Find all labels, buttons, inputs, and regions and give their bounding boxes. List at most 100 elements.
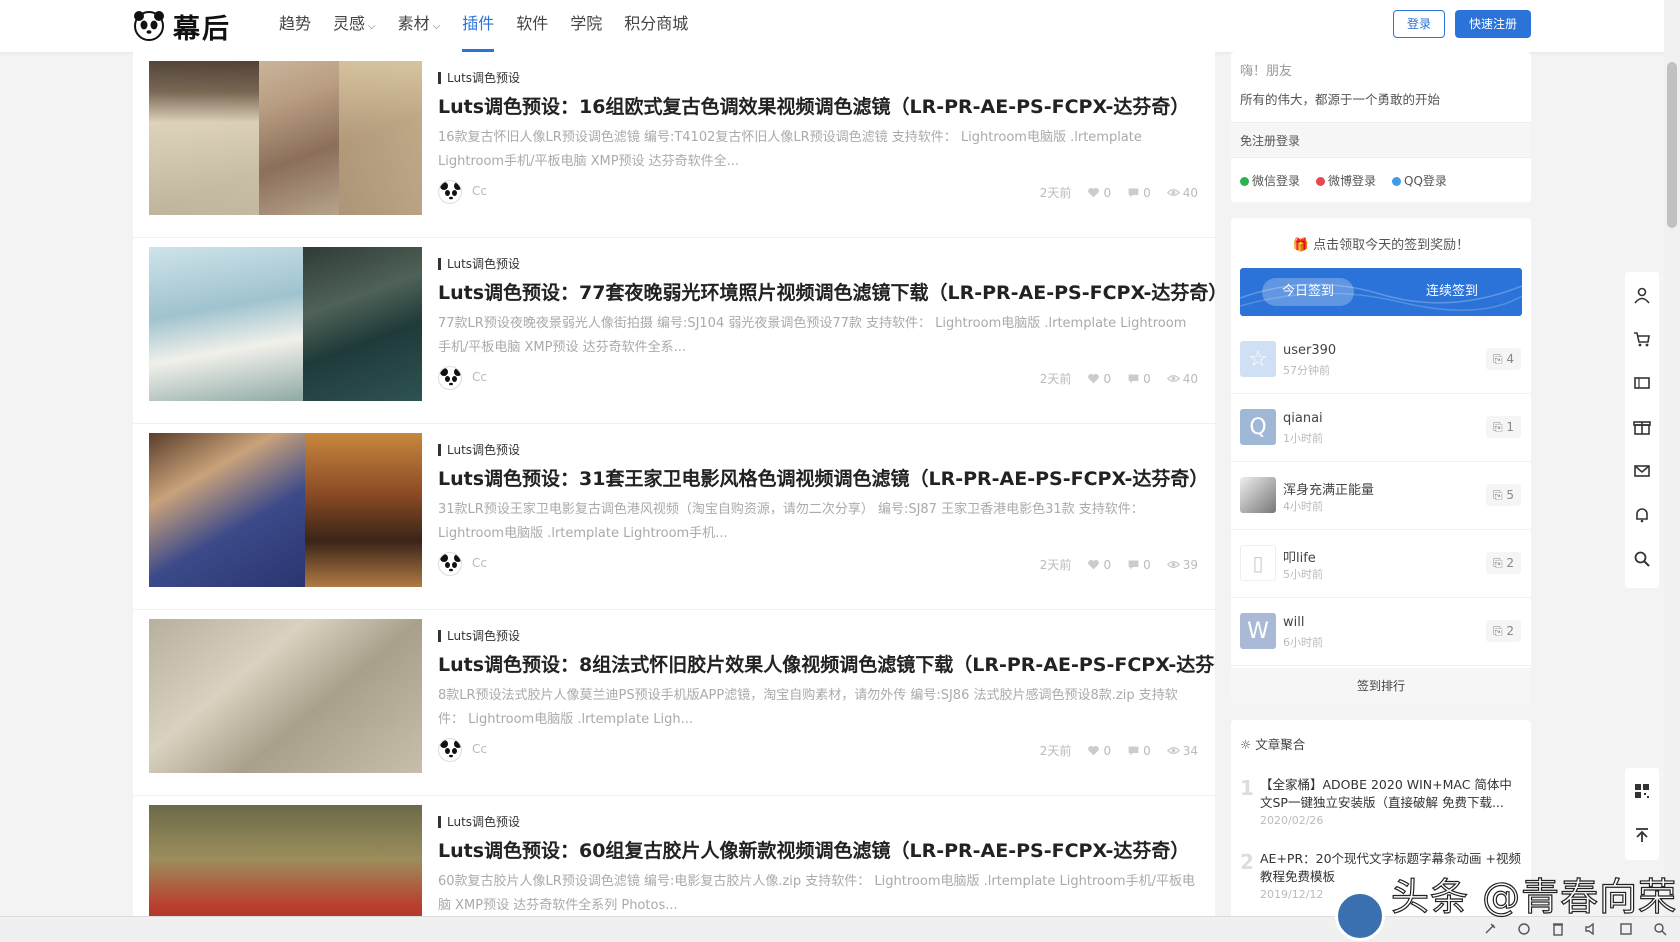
author-name[interactable]: Cc <box>472 184 487 198</box>
article-item[interactable]: Luts调色预设 Luts调色预设：60组复古胶片人像新款视频调色滤镜（LR-P… <box>133 796 1215 916</box>
like-count[interactable]: 0 <box>1087 184 1111 201</box>
author-avatar[interactable] <box>438 738 462 762</box>
refresh-icon[interactable] <box>1516 921 1532 937</box>
nav-item-materials[interactable]: 素材 ⌵ <box>387 0 452 52</box>
checkin-user-row[interactable]: ☆ user390 57分钟前 ⎘ 4 <box>1231 326 1531 394</box>
article-excerpt: 8款LR预设法式胶片人像莫兰迪PS预设手机版APP滤镜，淘宝自购素材，请勿外传 … <box>438 688 1178 727</box>
article-thumbnail[interactable] <box>149 619 422 773</box>
article-category[interactable]: Luts调色预设 <box>438 258 520 270</box>
nav-item-inspiration[interactable]: 灵感 ⌵ <box>322 0 387 52</box>
article-category[interactable]: Luts调色预设 <box>438 630 520 642</box>
article-item[interactable]: Luts调色预设 Luts调色预设：31套王家卫电影风格色调视频调色滤镜（LR-… <box>133 424 1215 610</box>
article-thumbnail[interactable] <box>149 805 422 916</box>
article-item[interactable]: Luts调色预设 Luts调色预设：8组法式怀旧胶片效果人像视频调色滤镜下载（L… <box>133 610 1215 796</box>
tray-icons <box>1482 921 1668 937</box>
motto-text: 所有的伟大，都源于一个勇敢的开始 <box>1240 92 1441 107</box>
page-scrollbar[interactable] <box>1664 0 1680 916</box>
comment-count[interactable]: 0 <box>1127 742 1151 759</box>
register-button[interactable]: 快速注册 <box>1455 10 1531 38</box>
weibo-login-link[interactable]: 微博登录 <box>1316 172 1376 189</box>
checkin-user-row[interactable]: ▯ 叩life 5小时前 ⎘ 2 <box>1231 530 1531 598</box>
article-title[interactable]: Luts调色预设：8组法式怀旧胶片效果人像视频调色滤镜下载（LR-PR-AE-P… <box>438 650 1215 677</box>
checkin-title[interactable]: 🎁 点击领取今天的签到奖励！ <box>1231 234 1531 253</box>
scrollbar-thumb[interactable] <box>1667 62 1677 228</box>
comment-count[interactable]: 0 <box>1127 556 1151 573</box>
search-icon[interactable] <box>1652 921 1668 937</box>
like-count[interactable]: 0 <box>1087 742 1111 759</box>
trash-icon[interactable] <box>1550 921 1566 937</box>
article-stats: 2天前 0 0 39 <box>1040 556 1198 573</box>
article-item[interactable]: Luts调色预设 Lutѕ调色预设：16组欧式复古色调效果视频调色滤镜（LR-P… <box>133 52 1215 238</box>
author-avatar[interactable] <box>438 366 462 390</box>
bell-icon[interactable] <box>1625 494 1659 536</box>
checkin-rank-button[interactable]: 签到排行 <box>1231 668 1531 704</box>
avatar[interactable]: ▯ <box>1240 545 1276 581</box>
nav-item-plugins[interactable]: 插件 <box>451 0 505 52</box>
comment-count[interactable]: 0 <box>1127 184 1151 201</box>
checkin-count-badge: ⎘ 2 <box>1485 552 1521 574</box>
wechat-icon <box>1240 177 1249 186</box>
checkin-user-row[interactable]: W will 6小时前 ⎘ 2 <box>1231 598 1531 666</box>
checkin-count-badge: ⎘ 4 <box>1485 348 1521 370</box>
avatar[interactable] <box>1240 477 1276 513</box>
mail-icon[interactable] <box>1625 450 1659 492</box>
checkin-streak-button[interactable]: 连续签到 <box>1406 278 1498 306</box>
user-name[interactable]: user390 <box>1283 343 1336 358</box>
login-button[interactable]: 登录 <box>1393 10 1445 38</box>
search-icon[interactable] <box>1625 538 1659 580</box>
comment-icon <box>1128 560 1139 570</box>
article-title[interactable]: Luts调色预设：60组复古胶片人像新款视频调色滤镜（LR-PR-AE-PS-F… <box>438 836 1189 863</box>
author-avatar[interactable] <box>438 180 462 204</box>
checkin-today-button[interactable]: 今日签到 <box>1262 278 1354 306</box>
article-thumbnail[interactable] <box>149 247 422 401</box>
nav-item-academy[interactable]: 学院 <box>559 0 613 52</box>
eye-icon <box>1166 189 1180 196</box>
avatar[interactable]: W <box>1240 613 1276 649</box>
author-name[interactable]: Cc <box>472 556 487 570</box>
author-name[interactable]: Cc <box>472 742 487 756</box>
qrcode-icon[interactable] <box>1625 770 1659 812</box>
qq-login-link[interactable]: QQ登录 <box>1392 172 1447 189</box>
article-title[interactable]: Luts调色预设：31套王家卫电影风格色调视频调色滤镜（LR-PR-AE-PS-… <box>438 464 1208 491</box>
user-name[interactable]: 叩life <box>1283 547 1316 566</box>
nav-item-points-mall[interactable]: 积分商城 <box>613 0 699 52</box>
nav-item-software[interactable]: 软件 <box>505 0 559 52</box>
checkin-panel: 🎁 点击领取今天的签到奖励！ 今日签到 连续签到 ☆ user390 57分钟前 … <box>1231 218 1531 704</box>
article-title[interactable]: Luts调色预设：77套夜晚弱光环境照片视频调色滤镜下载（LR-PR-AE-PS… <box>438 278 1215 305</box>
avatar[interactable]: ☆ <box>1240 341 1276 377</box>
article-category[interactable]: Luts调色预设 <box>438 444 520 456</box>
author-avatar[interactable] <box>438 552 462 576</box>
wechat-login-link[interactable]: 微信登录 <box>1240 172 1300 189</box>
post-time: 2天前 <box>1039 372 1072 386</box>
user-name[interactable]: qianai <box>1283 411 1323 426</box>
checkin-user-row[interactable]: Q qianai 1小时前 ⎘ 1 <box>1231 394 1531 462</box>
aggregation-item-title[interactable]: 【全家桶】ADOBE 2020 WIN+MAC 简体中文SP一键独立安装版（直接… <box>1260 776 1522 812</box>
window-icon[interactable] <box>1618 921 1634 937</box>
checkin-count-badge: ⎘ 1 <box>1485 416 1521 438</box>
ticket-icon[interactable] <box>1625 362 1659 404</box>
like-count[interactable]: 0 <box>1087 556 1111 573</box>
user-name[interactable]: will <box>1283 615 1304 630</box>
avatar[interactable]: Q <box>1240 409 1276 445</box>
volume-icon[interactable] <box>1584 921 1600 937</box>
author-name[interactable]: Cc <box>472 370 487 384</box>
user-name[interactable]: 浑身充满正能量 <box>1283 479 1374 498</box>
article-thumbnail[interactable] <box>149 433 422 587</box>
like-count[interactable]: 0 <box>1087 370 1111 387</box>
article-category[interactable]: Luts调色预设 <box>438 816 520 828</box>
site-logo[interactable]: 幕后 <box>133 8 231 45</box>
article-title[interactable]: Lutѕ调色预设：16组欧式复古色调效果视频调色滤镜（LR-PR-AE-PS-F… <box>438 92 1189 119</box>
user-icon[interactable] <box>1625 274 1659 316</box>
nav-item-trend[interactable]: 趋势 <box>268 0 322 52</box>
watermark-text: 头条 @青春向荣 <box>1390 874 1678 919</box>
cart-icon[interactable] <box>1625 318 1659 360</box>
checkin-user-row[interactable]: 浑身充满正能量 4小时前 ⎘ 5 <box>1231 462 1531 530</box>
back-to-top-icon[interactable] <box>1625 814 1659 856</box>
article-category[interactable]: Luts调色预设 <box>438 72 520 84</box>
gift-icon[interactable] <box>1625 406 1659 448</box>
comment-count[interactable]: 0 <box>1127 370 1151 387</box>
article-thumbnail[interactable] <box>149 61 422 215</box>
greeting-text: 嗨！朋友 <box>1240 64 1293 79</box>
pin-icon[interactable] <box>1482 921 1498 937</box>
article-item[interactable]: Luts调色预设 Luts调色预设：77套夜晚弱光环境照片视频调色滤镜下载（LR… <box>133 238 1215 424</box>
